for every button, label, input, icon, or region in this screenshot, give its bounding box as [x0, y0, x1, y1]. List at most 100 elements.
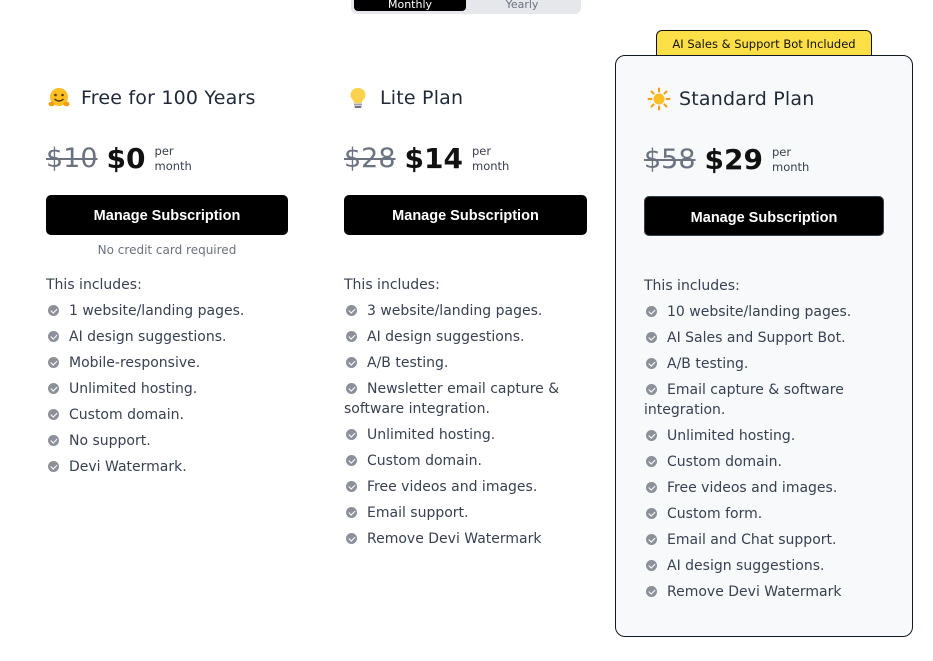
manage-subscription-button[interactable]: Manage Subscription	[344, 195, 587, 235]
toggle-monthly[interactable]: Monthly	[354, 0, 466, 11]
list-item: Custom form.	[644, 504, 884, 524]
original-price: $28	[344, 143, 396, 174]
includes-label: This includes:	[344, 277, 440, 293]
period-month: month	[772, 159, 810, 174]
feature-text: A/B testing.	[367, 355, 449, 371]
period-per: per	[472, 143, 492, 158]
feature-text: Remove Devi Watermark	[667, 584, 842, 600]
check-circle-icon	[48, 461, 59, 472]
price-row: $10 $0 per month	[46, 142, 192, 175]
check-circle-icon	[48, 435, 59, 446]
feature-text: Custom domain.	[69, 407, 184, 423]
check-circle-icon	[646, 534, 657, 545]
list-item: Custom domain.	[644, 452, 884, 472]
check-circle-icon	[646, 482, 657, 493]
list-item: No support.	[46, 431, 286, 451]
feature-text: Devi Watermark.	[69, 459, 187, 475]
plan-title-text: Free for 100 Years	[81, 87, 256, 109]
includes-label: This includes:	[46, 277, 142, 293]
feature-text: Email support.	[367, 505, 469, 521]
toggle-yearly[interactable]: Yearly	[466, 0, 578, 11]
check-circle-icon	[346, 481, 357, 492]
list-item: Devi Watermark.	[46, 457, 286, 477]
plan-title: Standard Plan	[647, 87, 815, 111]
feature-text: AI design suggestions.	[367, 329, 525, 345]
check-circle-icon	[346, 305, 357, 316]
billing-period: per month	[155, 144, 192, 174]
check-circle-icon	[48, 357, 59, 368]
feature-text: Custom domain.	[667, 454, 782, 470]
feature-text: 10 website/landing pages.	[667, 304, 852, 320]
feature-list: 3 website/landing pages. AI design sugge…	[344, 301, 576, 555]
feature-text: AI design suggestions.	[667, 558, 825, 574]
list-item: Unlimited hosting.	[344, 425, 576, 445]
check-circle-icon	[346, 455, 357, 466]
period-month: month	[154, 158, 192, 173]
check-circle-icon	[48, 305, 59, 316]
manage-subscription-button[interactable]: Manage Subscription	[644, 196, 884, 236]
billing-period: per month	[772, 145, 809, 175]
feature-text: Email and Chat support.	[667, 532, 837, 548]
list-item: Free videos and images.	[344, 477, 576, 497]
check-circle-icon	[346, 383, 357, 394]
no-credit-card-note: No credit card required	[97, 243, 237, 257]
check-circle-icon	[346, 507, 357, 518]
hugging-face-emoji-icon	[47, 86, 71, 110]
feature-text: Unlimited hosting.	[367, 427, 496, 443]
original-price: $58	[644, 144, 696, 175]
check-circle-icon	[646, 358, 657, 369]
list-item: AI Sales and Support Bot.	[644, 328, 884, 348]
check-circle-icon	[48, 331, 59, 342]
list-item: Custom domain.	[46, 405, 286, 425]
featured-badge: AI Sales & Support Bot Included	[656, 30, 872, 56]
light-bulb-emoji-icon	[348, 86, 368, 110]
check-circle-icon	[646, 306, 657, 317]
list-item: Email capture & software integration.	[644, 380, 884, 420]
feature-list: 10 website/landing pages. AI Sales and S…	[644, 302, 884, 608]
feature-text: Newsletter email capture & software inte…	[344, 381, 560, 417]
check-circle-icon	[646, 586, 657, 597]
manage-subscription-button[interactable]: Manage Subscription	[46, 195, 288, 235]
check-circle-icon	[48, 383, 59, 394]
feature-text: Mobile-responsive.	[69, 355, 201, 371]
feature-text: Custom domain.	[367, 453, 482, 469]
billing-toggle[interactable]: Monthly Yearly	[351, 0, 581, 14]
feature-text: 1 website/landing pages.	[69, 303, 245, 319]
check-circle-icon	[646, 560, 657, 571]
plan-title-text: Standard Plan	[679, 88, 815, 110]
list-item: A/B testing.	[644, 354, 884, 374]
list-item: 3 website/landing pages.	[344, 301, 576, 321]
plan-title: Free for 100 Years	[47, 86, 256, 110]
list-item: Remove Devi Watermark	[344, 529, 576, 549]
includes-label: This includes:	[644, 278, 740, 294]
check-circle-icon	[646, 332, 657, 343]
list-item: Free videos and images.	[644, 478, 884, 498]
feature-text: A/B testing.	[667, 356, 749, 372]
check-circle-icon	[646, 456, 657, 467]
feature-text: Custom form.	[667, 506, 763, 522]
current-price: $0	[106, 142, 146, 175]
sun-emoji-icon	[647, 87, 671, 111]
feature-text: AI design suggestions.	[69, 329, 227, 345]
feature-text: Unlimited hosting.	[667, 428, 796, 444]
plan-title: Lite Plan	[348, 86, 463, 110]
original-price: $10	[46, 143, 98, 174]
list-item: Unlimited hosting.	[46, 379, 286, 399]
list-item: AI design suggestions.	[344, 327, 576, 347]
list-item: AI design suggestions.	[46, 327, 286, 347]
list-item: AI design suggestions.	[644, 556, 884, 576]
list-item: 1 website/landing pages.	[46, 301, 286, 321]
check-circle-icon	[346, 533, 357, 544]
billing-period: per month	[472, 144, 509, 174]
check-circle-icon	[346, 331, 357, 342]
feature-text: Free videos and images.	[667, 480, 838, 496]
period-per: per	[772, 144, 792, 159]
list-item: 10 website/landing pages.	[644, 302, 884, 322]
feature-text: AI Sales and Support Bot.	[667, 330, 846, 346]
feature-text: Remove Devi Watermark	[367, 531, 542, 547]
price-row: $58 $29 per month	[644, 143, 809, 176]
price-row: $28 $14 per month	[344, 142, 509, 175]
list-item: Email and Chat support.	[644, 530, 884, 550]
list-item: A/B testing.	[344, 353, 576, 373]
check-circle-icon	[48, 409, 59, 420]
